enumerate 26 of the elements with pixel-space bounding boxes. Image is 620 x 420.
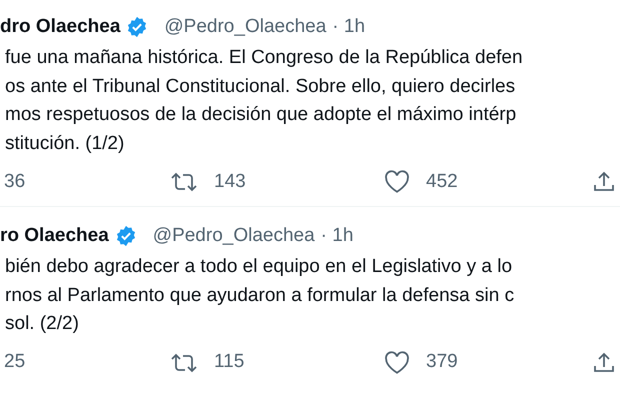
tweet-text-line: stitución. (1/2) <box>5 132 126 156</box>
tweet-text-line: os ante el Tribunal Constitucional. Sobre ello, quiero decirles <box>5 74 516 98</box>
like-count: 452 <box>426 170 458 194</box>
tweet-time[interactable]: · 1h <box>332 12 366 42</box>
author-name[interactable]: dro Olaechea <box>0 12 120 42</box>
reply-count[interactable]: 25 <box>4 348 170 377</box>
tweet-text-line: mos respetuosos de la decisión que adopte el máximo intérp <box>5 103 518 127</box>
heart-icon[interactable] <box>384 350 410 374</box>
tweet-text-line: sol. (2/2) <box>5 312 80 336</box>
tweet-text-line: bién debo agradecer a todo el equipo en el Legislativo y a lo <box>5 255 514 279</box>
share-icon[interactable] <box>592 350 616 374</box>
verified-badge-icon <box>114 225 137 247</box>
retweet-count: 115 <box>214 350 244 374</box>
tweet-time[interactable]: · 1h <box>320 222 354 250</box>
share-icon[interactable] <box>592 170 616 194</box>
tweet-text-line: fue una mañana histórica. El Congreso de la República defen <box>5 46 524 70</box>
like-count: 379 <box>426 350 458 374</box>
heart-icon[interactable] <box>384 170 410 194</box>
retweet-icon[interactable] <box>170 170 198 194</box>
retweet-count: 143 <box>214 170 246 194</box>
author-handle[interactable]: @Pedro_Olaechea <box>152 222 315 250</box>
tweet-text-line: rnos al Parlamento que ayudaron a formular la defensa sin c <box>5 284 516 308</box>
author-handle[interactable]: @Pedro_Olaechea <box>164 12 326 42</box>
reply-count[interactable]: 36 <box>4 168 170 196</box>
verified-badge-icon <box>126 16 148 38</box>
author-name[interactable]: ro Olaechea <box>0 222 109 250</box>
